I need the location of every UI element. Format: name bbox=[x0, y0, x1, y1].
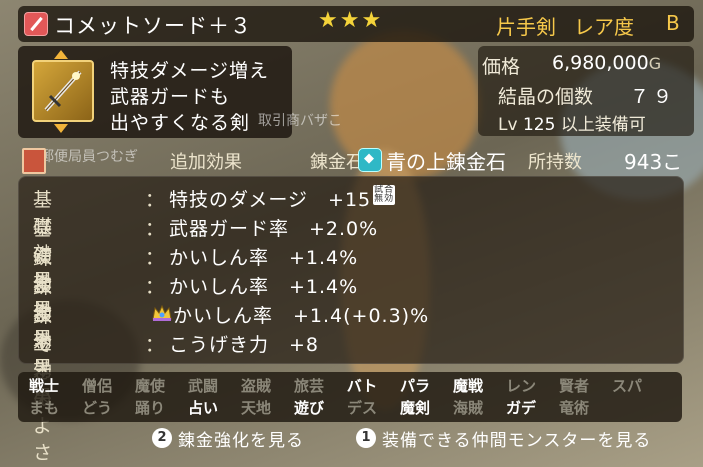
job-label: 天地 bbox=[240, 399, 271, 417]
job-label: 魔使 bbox=[134, 377, 165, 395]
effect-text: こうげき力 +8 bbox=[169, 334, 320, 356]
alchemy-info-bar: 追加効果 錬金石 ◆ 青の上錬金石 所持数 943こ bbox=[18, 146, 694, 174]
job-label: パラ bbox=[399, 377, 430, 395]
job-label: 魔戦 bbox=[452, 377, 483, 395]
effect-colon: ： bbox=[145, 334, 165, 356]
weapon-type: 片手剣 bbox=[496, 15, 556, 39]
owned-count-label: 所持数 bbox=[528, 152, 582, 173]
comet-sword-icon bbox=[32, 60, 94, 122]
effect-text: 特技のダメージ +15 試合 無効 bbox=[169, 185, 396, 211]
item-stats-panel: 価格 6,980,000G 結晶の個数 ７９ Lv 125 以上装備可 bbox=[478, 46, 694, 136]
price-value: 6,980,000G bbox=[552, 52, 662, 74]
effect-text: かいしん率 +1.4% bbox=[169, 247, 359, 269]
view-alchemy-upgrade-button[interactable]: 錬金強化を見る bbox=[178, 426, 304, 451]
job-label: 僧侶 bbox=[81, 377, 112, 395]
job-label: スパ bbox=[611, 377, 642, 395]
footer-controls: 2 錬金強化を見る 1 装備できる仲間モンスターを見る bbox=[0, 426, 703, 451]
item-title-bar: コメットソード＋３ ★★★ 片手剣 レア度 B bbox=[18, 6, 694, 42]
job-label: 遊び bbox=[293, 399, 324, 417]
rarity-value: B bbox=[666, 11, 680, 35]
job-label: レン bbox=[505, 377, 536, 395]
job-label: 賢者 bbox=[558, 377, 589, 395]
job-label: バト bbox=[346, 377, 378, 395]
job-label: 戦士 bbox=[28, 377, 59, 395]
crystal-count-label: 結晶の個数 bbox=[498, 86, 594, 108]
job-label: 魔剣 bbox=[399, 399, 430, 417]
equippable-jobs-panel: 戦士 僧侶 魔使 武闘 盗賊 旅芸 バト パラ 魔戦 レン 賢者 スパまも どう 踊り 占い 天地 遊び デス 魔剣… bbox=[18, 372, 682, 422]
effect-text: かいしん率 +1.4(+0.3)% bbox=[173, 305, 430, 327]
job-label: 竜術 bbox=[558, 399, 589, 417]
sword-category-icon bbox=[24, 12, 48, 36]
book-icon[interactable] bbox=[22, 148, 46, 174]
button-1-icon[interactable]: 1 bbox=[356, 428, 376, 448]
effect-colon: ： bbox=[145, 247, 165, 269]
scroll-down-arrow-icon[interactable] bbox=[54, 124, 68, 133]
crown-icon bbox=[152, 304, 172, 321]
background-npc-name: 取引商バザこ bbox=[258, 113, 342, 129]
job-label: まも bbox=[28, 399, 59, 417]
rarity-label: レア度 bbox=[574, 15, 634, 39]
job-label: どう bbox=[81, 399, 112, 417]
effect-text: かいしん率 +1.4% bbox=[169, 276, 359, 298]
owned-count-value: 943こ bbox=[624, 150, 683, 174]
description-line: 出やすくなる剣 bbox=[110, 112, 251, 134]
alchemy-stone-name: 青の上錬金石 bbox=[386, 150, 506, 174]
scroll-up-arrow-icon[interactable] bbox=[54, 50, 68, 59]
item-stars: ★★★ bbox=[318, 8, 384, 33]
job-label: デス bbox=[346, 399, 377, 417]
effect-colon: ： bbox=[145, 189, 165, 211]
effect-colon: ： bbox=[145, 276, 165, 298]
job-label: 占い bbox=[187, 399, 218, 417]
job-label: 武闘 bbox=[187, 377, 218, 395]
effect-text: 武器ガード率 +2.0% bbox=[169, 218, 379, 240]
alchemy-stone-icon: ◆ bbox=[358, 148, 382, 172]
price-label: 価格 bbox=[482, 56, 521, 78]
button-2-icon[interactable]: 2 bbox=[152, 428, 172, 448]
effect-colon: ： bbox=[145, 218, 165, 240]
item-description-panel: 特技ダメージ増え 武器ガードも 出やすくなる剣 bbox=[18, 46, 292, 138]
view-monster-equip-button[interactable]: 装備できる仲間モンスターを見る bbox=[382, 426, 651, 451]
job-label: 海賊 bbox=[452, 399, 483, 417]
crystal-count-value: ７９ bbox=[630, 86, 677, 108]
description-line: 特技ダメージ増え bbox=[110, 60, 270, 82]
item-name: コメットソード＋３ bbox=[54, 14, 252, 38]
description-line: 武器ガードも bbox=[110, 86, 231, 108]
effects-panel: 基礎効果 ： 特技のダメージ +15 試合 無効 基礎効果 ： 武器ガード率 +2… bbox=[18, 176, 684, 464]
job-label: 盗賊 bbox=[240, 377, 271, 395]
job-label: 旅芸 bbox=[293, 377, 324, 395]
tab-added-effect[interactable]: 追加効果 bbox=[170, 148, 242, 174]
job-label: ガデ bbox=[505, 399, 536, 417]
required-level: Lv 125 以上装備可 bbox=[498, 115, 646, 135]
job-label: 踊り bbox=[134, 399, 165, 417]
pvp-invalid-tag: 試合 無効 bbox=[373, 185, 396, 205]
alchemy-stone-label: 錬金石 bbox=[310, 152, 364, 173]
